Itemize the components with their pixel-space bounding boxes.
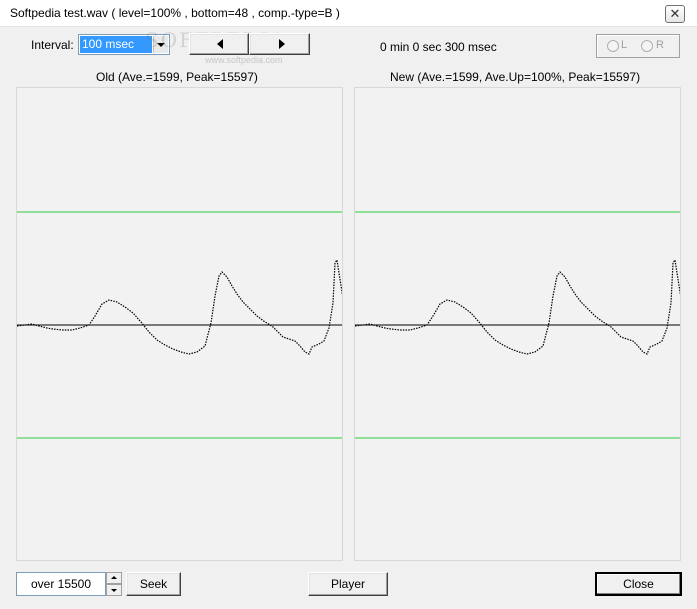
time-display: 0 min 0 sec 300 msec bbox=[380, 40, 497, 54]
new-waveform-plot bbox=[355, 211, 680, 439]
spin-up-icon bbox=[111, 576, 117, 579]
old-waveform-plot bbox=[17, 211, 342, 439]
next-button[interactable] bbox=[249, 33, 310, 55]
player-button[interactable]: Player bbox=[308, 572, 388, 596]
old-waveform-panel bbox=[16, 87, 343, 561]
title-bar: Softpedia test.wav ( level=100% , bottom… bbox=[0, 0, 697, 27]
previous-button[interactable] bbox=[189, 33, 249, 55]
radio-right-channel[interactable] bbox=[641, 40, 653, 52]
radio-right-label: R bbox=[656, 39, 664, 51]
triangle-right-icon bbox=[279, 39, 285, 49]
spin-down-button[interactable] bbox=[106, 584, 122, 596]
seek-spinner bbox=[106, 572, 122, 596]
close-icon: ✕ bbox=[669, 6, 681, 21]
old-panel-caption: Old (Ave.=1599, Peak=15597) bbox=[96, 70, 258, 84]
new-panel-caption: New (Ave.=1599, Ave.Up=100%, Peak=15597) bbox=[390, 70, 641, 84]
waveform-trace bbox=[355, 258, 680, 355]
triangle-left-icon bbox=[217, 39, 223, 49]
window-title: Softpedia test.wav ( level=100% , bottom… bbox=[10, 6, 340, 20]
window-close-button[interactable]: ✕ bbox=[665, 5, 685, 23]
radio-left-label: L bbox=[621, 39, 628, 51]
spin-down-icon bbox=[111, 589, 117, 592]
channel-group: L R bbox=[596, 34, 680, 58]
interval-label: Interval: bbox=[31, 38, 74, 52]
waveform-trace bbox=[17, 258, 342, 355]
close-button[interactable]: Close bbox=[595, 572, 682, 596]
seek-value-input[interactable]: over 15500 bbox=[16, 572, 106, 596]
new-waveform-panel bbox=[354, 87, 681, 561]
radio-left-channel[interactable] bbox=[607, 40, 619, 52]
spin-up-button[interactable] bbox=[106, 572, 122, 584]
seek-button[interactable]: Seek bbox=[126, 572, 181, 596]
watermark-url: www.softpedia.com bbox=[205, 55, 283, 65]
interval-selected-value: 100 msec bbox=[80, 36, 152, 53]
